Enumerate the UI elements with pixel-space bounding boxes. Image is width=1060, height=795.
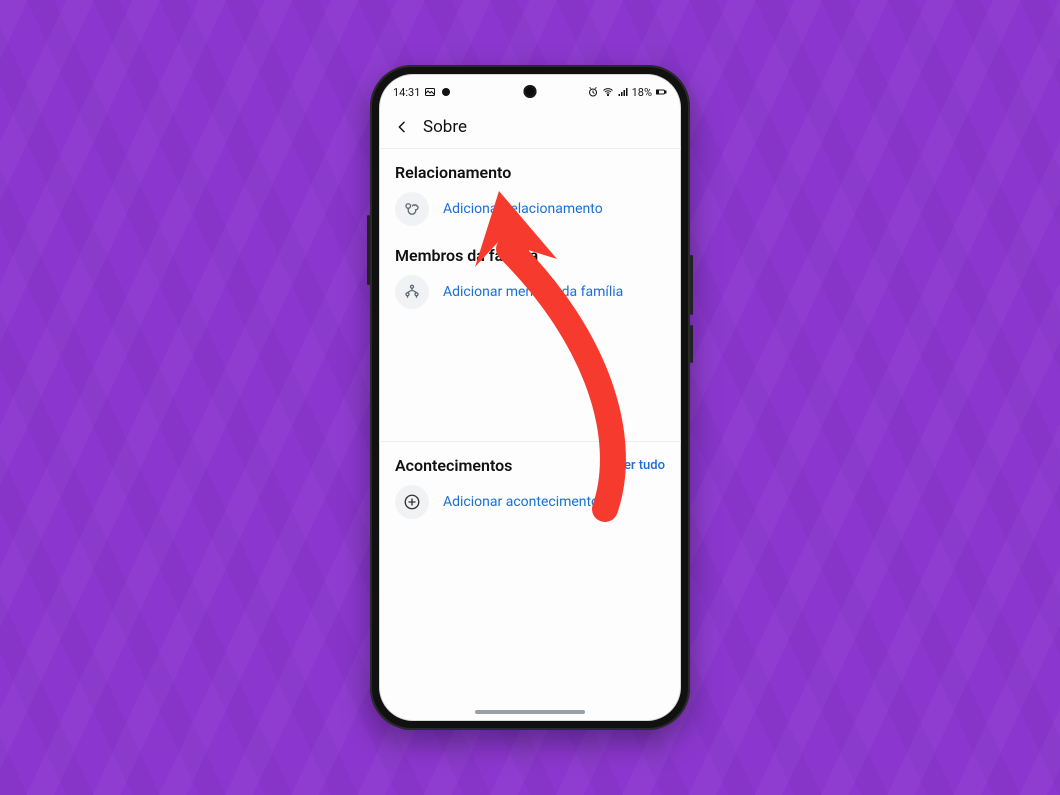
add-event-label: Adicionar acontecimento <box>443 494 599 510</box>
phone-side-button-right-2 <box>690 325 693 363</box>
signal-icon <box>617 86 629 98</box>
status-left: 14:31 <box>393 86 452 99</box>
front-camera <box>524 85 537 98</box>
plus-circle-icon <box>395 485 429 519</box>
phone-frame: 14:31 <box>370 65 690 730</box>
section-title-relationship: Relacionamento <box>395 163 511 182</box>
family-tree-icon <box>395 275 429 309</box>
notification-icon <box>440 86 452 98</box>
gesture-bar <box>475 710 585 714</box>
add-family-member-row[interactable]: Adicionar membro da família <box>395 265 665 315</box>
add-event-row[interactable]: Adicionar acontecimento <box>395 475 665 525</box>
add-relationship-row[interactable]: Adicionar relacionamento <box>395 182 665 232</box>
content-area: Relacionamento Adicionar relacionamento <box>379 149 681 721</box>
section-events: Acontecimentos Ver tudo Adicionar aconte… <box>379 442 681 531</box>
spacer <box>379 321 681 441</box>
stage: 14:31 <box>0 0 1060 795</box>
phone-screen: 14:31 <box>379 74 681 721</box>
add-relationship-label: Adicionar relacionamento <box>443 201 603 217</box>
view-all-link[interactable]: Ver tudo <box>616 458 665 473</box>
section-family: Membros da família Adicio <box>379 238 681 321</box>
app-bar: Sobre <box>379 106 681 149</box>
back-button[interactable] <box>393 118 411 136</box>
chevron-left-icon <box>394 119 410 135</box>
section-relationship: Relacionamento Adicionar relacionamento <box>379 149 681 238</box>
status-time: 14:31 <box>393 86 420 99</box>
section-title-events: Acontecimentos <box>395 456 512 475</box>
heart-stethoscope-icon <box>395 192 429 226</box>
wifi-icon <box>602 86 614 98</box>
section-title-family: Membros da família <box>395 246 538 265</box>
page-title: Sobre <box>423 117 467 137</box>
battery-text: 18% <box>632 86 652 99</box>
phone-side-button-right-1 <box>690 255 693 315</box>
phone-side-button-left <box>367 215 370 285</box>
status-right: 18% <box>587 86 667 99</box>
add-family-member-label: Adicionar membro da família <box>443 284 623 300</box>
image-icon <box>424 86 436 98</box>
alarm-icon <box>587 86 599 98</box>
battery-icon <box>655 86 667 98</box>
